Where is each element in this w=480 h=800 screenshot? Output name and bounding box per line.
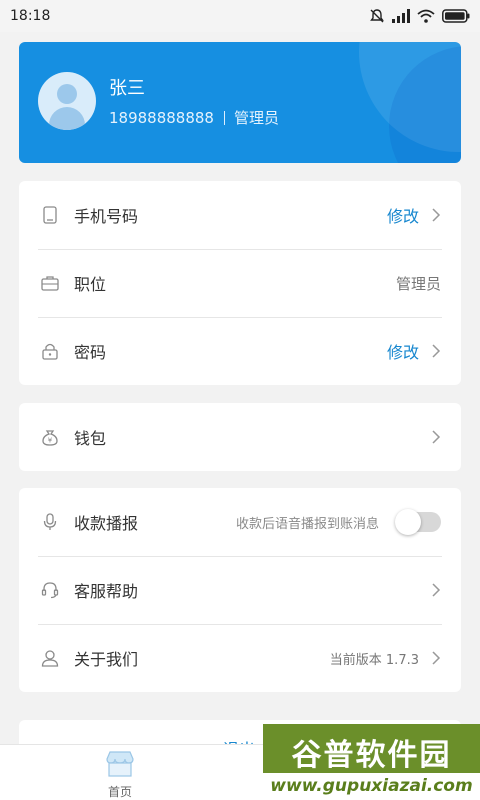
- avatar[interactable]: [38, 72, 96, 130]
- chevron-right-icon: [431, 650, 441, 666]
- row-label: 钱包: [74, 429, 107, 448]
- row-label: 关于我们: [74, 650, 139, 669]
- row-label: 职位: [74, 275, 107, 294]
- broadcast-toggle[interactable]: [395, 509, 441, 535]
- briefcase-icon: [41, 274, 59, 292]
- row-password[interactable]: 密码 修改: [19, 317, 461, 385]
- row-about[interactable]: 关于我们 当前版本 1.7.3: [19, 624, 461, 692]
- user-info: 18988888888 管理员: [109, 107, 279, 128]
- user-role: 管理员: [233, 109, 279, 127]
- row-support[interactable]: 客服帮助: [19, 556, 461, 624]
- shop-icon: [105, 751, 135, 781]
- account-settings-card: 手机号码 修改 职位 管理员 密码 修改: [19, 181, 461, 385]
- toggle-knob: [395, 509, 421, 535]
- user-icon: [41, 649, 59, 667]
- version-value: 当前版本 1.7.3: [329, 652, 419, 668]
- status-time: 18:18: [10, 8, 51, 24]
- status-icons: [369, 8, 470, 24]
- tab-home-label: 首页: [107, 785, 132, 799]
- more-settings-card: 收款播报 收款后语音播报到账消息 客服帮助 关于我们 当前版本 1.7.3: [19, 488, 461, 692]
- mute-icon: [369, 8, 385, 24]
- svg-text:¥: ¥: [48, 437, 53, 445]
- row-label: 客服帮助: [74, 582, 139, 601]
- phone-icon: [41, 206, 59, 224]
- profile-card[interactable]: 张三 18988888888 管理员: [19, 42, 461, 163]
- edit-phone-link[interactable]: 修改: [387, 203, 419, 227]
- divider: [223, 110, 225, 125]
- wallet-icon: ¥: [41, 428, 59, 446]
- user-name: 张三: [109, 78, 145, 99]
- watermark-logo: 谷普软件园 www.gupuxiazai.com: [263, 724, 480, 800]
- chevron-right-icon: [431, 343, 441, 359]
- chevron-right-icon: [431, 207, 441, 223]
- battery-icon: [442, 9, 470, 23]
- watermark-title: 谷普软件园: [291, 738, 452, 773]
- chevron-right-icon: [431, 429, 441, 445]
- row-phone[interactable]: 手机号码 修改: [19, 181, 461, 249]
- wallet-card: ¥ 钱包: [19, 403, 461, 471]
- signal-icon: [392, 9, 410, 23]
- microphone-icon: [41, 513, 59, 531]
- edit-password-link[interactable]: 修改: [387, 339, 419, 363]
- tab-home[interactable]: 首页: [95, 751, 145, 800]
- row-position: 职位 管理员: [19, 249, 461, 317]
- row-wallet[interactable]: ¥ 钱包: [19, 403, 461, 471]
- watermark-url: www.gupuxiazai.com: [263, 773, 480, 800]
- avatar-head: [57, 84, 77, 104]
- row-label: 密码: [74, 343, 107, 362]
- broadcast-hint: 收款后语音播报到账消息: [235, 516, 379, 532]
- row-broadcast: 收款播报 收款后语音播报到账消息: [19, 488, 461, 556]
- avatar-body: [49, 107, 85, 130]
- wifi-icon: [417, 9, 435, 23]
- row-label: 收款播报: [74, 514, 139, 533]
- user-phone: 18988888888: [109, 108, 214, 127]
- position-value: 管理员: [395, 274, 441, 293]
- status-bar: 18:18: [0, 0, 480, 32]
- row-label: 手机号码: [74, 207, 139, 226]
- headset-icon: [41, 581, 59, 599]
- lock-icon: [41, 342, 59, 360]
- chevron-right-icon: [431, 582, 441, 598]
